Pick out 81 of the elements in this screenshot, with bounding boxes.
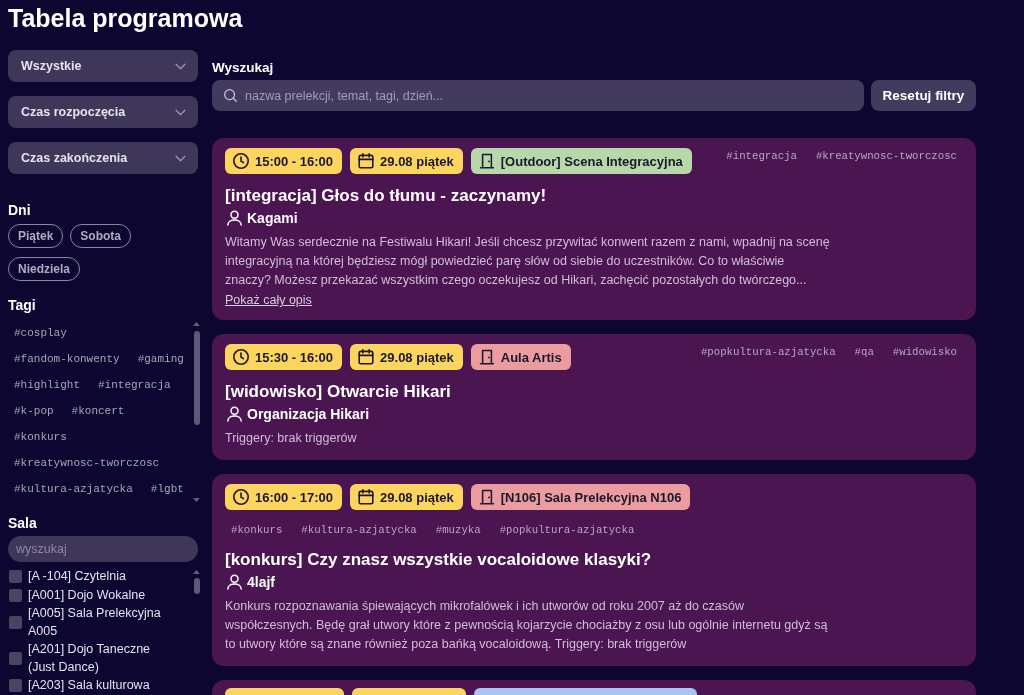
room-search-field[interactable]: wyszukaj xyxy=(8,536,198,562)
event-title: [konkurs] Czy znasz wszystkie vocaloidowe klasyki? xyxy=(225,549,652,571)
tag-link[interactable]: #highlight xyxy=(8,372,86,398)
section-title: Tagi xyxy=(8,297,36,313)
scroll-down-arrow-icon[interactable] xyxy=(193,498,200,502)
person-icon xyxy=(227,574,242,590)
calendar-icon xyxy=(358,349,375,365)
event-title: [widowisko] Otwarcie Hikari xyxy=(225,381,451,403)
author-name: Kagami xyxy=(247,210,298,226)
tag-link[interactable]: #popkultura-azjatycka xyxy=(493,522,641,538)
tag-link[interactable]: #widowisko xyxy=(886,344,963,360)
door-icon xyxy=(478,153,495,169)
tag-link[interactable]: #fandom-konwenty xyxy=(8,346,126,372)
tag-link[interactable]: #integracja xyxy=(720,148,803,164)
checkbox[interactable] xyxy=(9,616,22,629)
checkbox-label[interactable]: [A -104] Czytelnia xyxy=(28,568,180,586)
person-icon xyxy=(227,406,242,422)
checkbox[interactable] xyxy=(9,652,22,665)
tag-link[interactable]: #cosplay xyxy=(8,320,73,346)
event-description: Triggery: brak triggerów xyxy=(225,430,358,447)
time-text: 15:30 - 16:00 xyxy=(255,349,334,365)
scroll-up-arrow-icon[interactable] xyxy=(193,570,200,574)
section-title: Sala xyxy=(8,515,37,531)
search-icon xyxy=(224,89,237,102)
clock-icon xyxy=(233,153,249,169)
event-title: [integracja] Głos do tłumu - zaczynamy! xyxy=(225,185,547,207)
checkbox-label[interactable]: [A005] Sala Prelekcyjna A005 xyxy=(28,605,180,640)
scroll-up-arrow-icon[interactable] xyxy=(193,322,200,326)
tag-link[interactable]: #kreatywnosc-tworczosc xyxy=(809,148,963,164)
room-name: [Outdoor] Scena Integracyjna xyxy=(500,153,683,169)
author-name: Organizacja Hikari xyxy=(247,406,370,422)
chevron-down-icon xyxy=(175,108,186,116)
door-icon xyxy=(478,349,495,365)
checkbox-label[interactable]: [A001] Dojo Wokalne xyxy=(28,586,180,604)
search-field[interactable]: nazwa prelekcji, temat, tagi, dzień... xyxy=(212,80,864,111)
event-description: Witamy Was serdecznie na Festiwalu Hikari! Jeśli chcesz przywitać konwent razem z nami, wpadnij na scenę integracyjną na której będziesz mógł powiedzieć parę słów od siebie do uczestników. Co to właściwie znaczy? Możesz przekazać wszystkim czego oczekujesz od Hikari, zachęcić pozostałych do twórczego... xyxy=(225,234,831,289)
show-description-link[interactable]: Pokaż cały opis xyxy=(225,293,312,308)
calendar-icon xyxy=(358,153,375,169)
tag-link[interactable]: #qa xyxy=(848,344,880,360)
checkbox-label[interactable]: [A203] Sala kulturowa xyxy=(28,677,180,695)
page-title: Tabela programowa xyxy=(7,3,243,32)
tag-link[interactable]: #kreatywnosc-tworczosc xyxy=(8,450,166,476)
section-title: Dni xyxy=(8,202,31,218)
person-icon xyxy=(227,210,242,226)
filter-select[interactable]: Czas rozpoczęcia xyxy=(8,96,198,128)
tag-link[interactable]: #koncert xyxy=(65,398,131,424)
tag-link[interactable]: #k-pop xyxy=(8,398,60,424)
date-text: 29.08 piątek xyxy=(380,349,454,365)
time-text: 15:00 - 16:00 xyxy=(255,153,334,169)
chevron-down-icon xyxy=(175,62,186,70)
filter-select[interactable]: Czas zakończenia xyxy=(8,142,198,174)
tag-link[interactable]: #lgbt xyxy=(144,476,190,502)
clock-icon xyxy=(233,349,249,365)
reset-button[interactable]: Resetuj filtry xyxy=(871,80,976,111)
tag-link[interactable]: #popkultura-azjatycka xyxy=(694,344,842,360)
clock-icon xyxy=(233,489,249,505)
tag-link[interactable]: #integracja xyxy=(92,372,177,398)
door-icon xyxy=(478,489,495,505)
time-text: 16:00 - 17:00 xyxy=(255,489,334,505)
room-name: [N106] Sala Prelekcyjna N106 xyxy=(500,489,682,505)
scrollbar-thumb[interactable] xyxy=(193,331,200,425)
calendar-icon xyxy=(358,489,375,505)
filter-select[interactable]: Wszystkie xyxy=(8,50,198,82)
tag-link[interactable]: #gaming xyxy=(131,346,190,372)
checkbox[interactable] xyxy=(9,570,22,584)
author-name: 4lajf xyxy=(247,574,275,590)
tag-link[interactable]: #konkurs xyxy=(225,522,289,538)
tag-link[interactable]: #konkurs xyxy=(8,424,73,450)
date-text: 29.08 piątek xyxy=(380,489,454,505)
checkbox-label[interactable]: [A201] Dojo Taneczne (Just Dance) xyxy=(28,641,180,676)
checkbox[interactable] xyxy=(9,588,22,602)
room-name: Aula Artis xyxy=(500,349,562,365)
event-description: Konkurs rozpoznawania śpiewających mikrofalówek i ich utworów od roku 2007 aż do czasów współczesnych. Będę grał utwory które z pewnością kojarzycie chociażby z osu lub ogólnie internetu gdyż są to utwory które są znane również poza bańką vocaloidową. Triggery: brak triggerów xyxy=(225,598,829,653)
checkbox[interactable] xyxy=(9,679,22,693)
scrollbar-thumb[interactable] xyxy=(193,578,200,594)
tag-link[interactable]: #kultura-azjatycka xyxy=(8,476,139,502)
chevron-down-icon xyxy=(175,154,186,162)
search-label: Wyszukaj xyxy=(212,60,274,76)
tag-link[interactable]: #muzyka xyxy=(429,522,487,538)
tag-link[interactable]: #kultura-azjatycka xyxy=(295,522,423,538)
date-text: 29.08 piątek xyxy=(380,153,454,169)
